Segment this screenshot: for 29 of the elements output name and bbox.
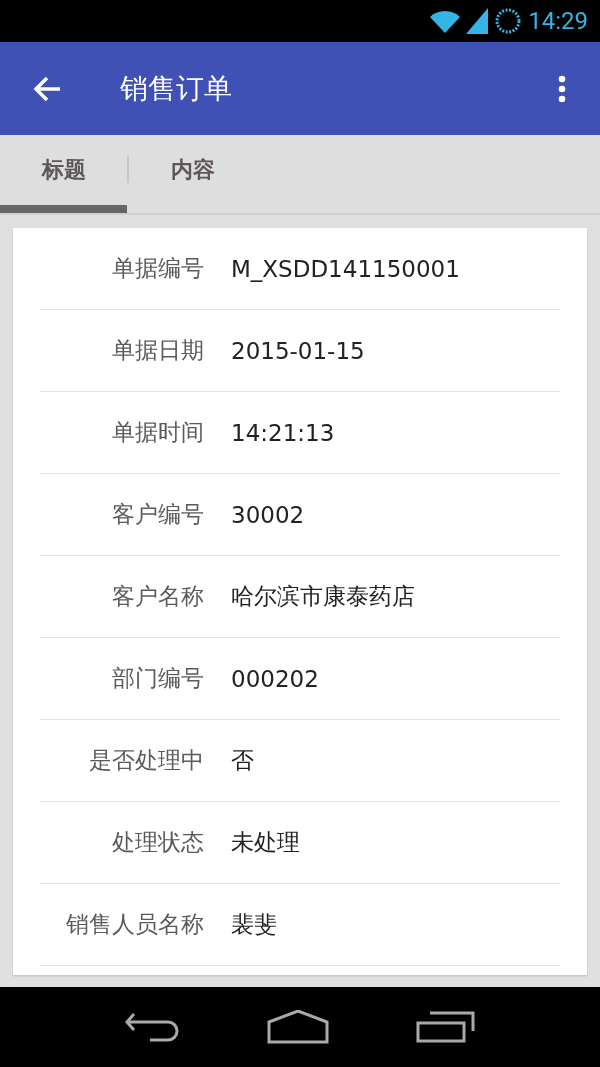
signal-icon: [466, 8, 489, 34]
screen-title: 销售订单: [120, 70, 233, 107]
field-value: 14:21:13: [231, 419, 335, 446]
field-label: 部门编号: [111, 664, 204, 693]
tab[interactable]: 标题: [0, 135, 127, 213]
recent-apps-icon[interactable]: [416, 1011, 477, 1043]
more-options-icon[interactable]: [558, 74, 566, 103]
field-value: 2015-01-15: [231, 337, 365, 364]
field-value: M_XSDD141150001: [231, 255, 460, 282]
field-label: 处理状态: [111, 828, 204, 857]
back-icon[interactable]: [123, 1012, 180, 1042]
tab[interactable]: 内容: [129, 135, 256, 213]
wifi-icon: [430, 9, 461, 33]
field-value: 30002: [231, 501, 305, 528]
sync-icon: [494, 7, 523, 35]
home-icon[interactable]: [267, 1010, 329, 1044]
field-label: 单据编号: [111, 254, 204, 283]
field-label: 客户编号: [111, 500, 204, 529]
field-value: 否: [231, 746, 254, 775]
field-value: 000202: [231, 665, 319, 692]
field-value: 裴斐: [231, 910, 277, 939]
field-label: 销售人员名称: [65, 910, 204, 939]
field-label: 单据时间: [111, 418, 204, 447]
field-value: 未处理: [231, 828, 300, 857]
field-value: 哈尔滨市康泰药店: [231, 582, 415, 611]
clock-time: 14:29: [528, 7, 588, 35]
field-label: 是否处理中: [88, 746, 204, 775]
field-label: 客户名称: [111, 582, 204, 611]
field-label: 单据日期: [111, 336, 204, 365]
